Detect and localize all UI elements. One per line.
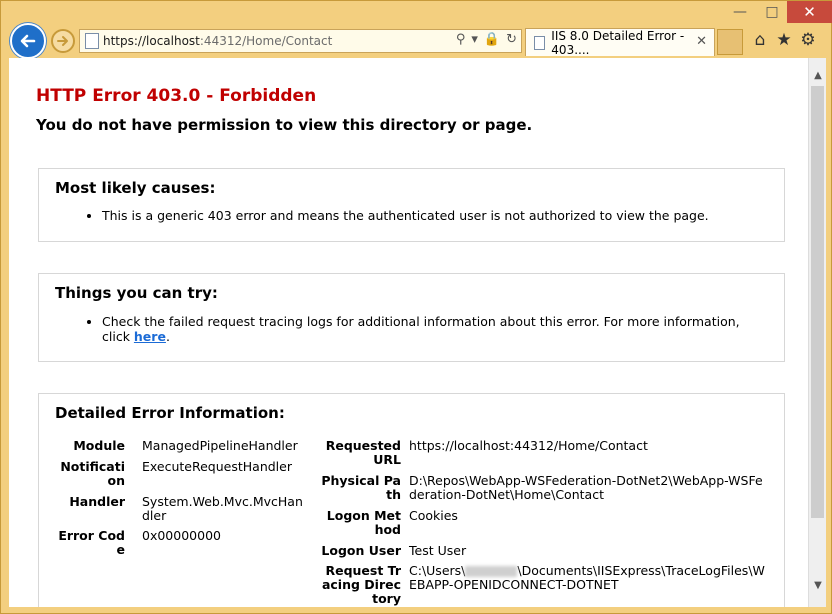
notification-value: ExecuteRequestHandler — [142, 459, 292, 474]
forward-button[interactable] — [51, 29, 75, 53]
error-code-value: 0x00000000 — [142, 528, 221, 543]
requested-url-value: https://localhost:44312/Home/Contact — [409, 438, 648, 453]
gear-icon[interactable]: ⚙ — [797, 29, 819, 51]
try-tail: . — [165, 329, 170, 344]
search-icon[interactable]: ⚲ — [456, 32, 466, 47]
handler-label: Handler — [69, 494, 125, 509]
try-list: Check the failed request tracing logs fo… — [39, 314, 769, 344]
tab-page-icon — [534, 35, 546, 50]
back-button[interactable] — [10, 23, 46, 59]
try-item: Check the failed request tracing logs fo… — [102, 314, 769, 344]
page-icon — [85, 33, 99, 49]
logon-user-value: Test User — [409, 543, 467, 558]
dropdown-icon[interactable]: ▾ — [471, 32, 478, 47]
logon-method-value: Cookies — [409, 508, 458, 523]
tracing-directory-value: C:\Users\ \Documents\IISExpress\TraceLogF… — [409, 564, 769, 592]
scroll-up-icon[interactable]: ▲ — [809, 66, 827, 84]
requested-url-label: Requested URL — [325, 438, 401, 467]
module-label: Module — [73, 438, 125, 453]
physical-path-label: Physical Path — [321, 473, 401, 502]
redacted-username — [465, 566, 518, 577]
scroll-thumb[interactable] — [811, 86, 824, 518]
more-info-link[interactable]: here — [134, 329, 166, 344]
handler-value: System.Web.Mvc.MvcHandler — [142, 494, 303, 523]
details-section: Detailed Error Information: Module Manag… — [38, 393, 785, 607]
maximize-button[interactable]: □ — [757, 1, 787, 23]
url-path: :44312/Home/Contact — [199, 34, 333, 48]
try-section: Things you can try: Check the failed req… — [38, 273, 785, 362]
scroll-down-icon[interactable]: ▼ — [809, 576, 827, 594]
details-heading: Detailed Error Information: — [55, 404, 285, 422]
error-code-label: Error Code — [58, 528, 125, 557]
tracing-directory-label: Request Tracing Directory — [321, 563, 401, 606]
logon-user-label: Logon User — [321, 543, 401, 558]
minimize-button[interactable]: — — [723, 1, 757, 23]
logon-method-label: Logon Method — [326, 508, 401, 537]
forward-arrow-icon — [57, 36, 68, 46]
notification-label: Notification — [60, 459, 125, 488]
browser-window: — □ ✕ https://localhost:44312/Home/Conta… — [0, 0, 832, 614]
close-window-button[interactable]: ✕ — [787, 1, 832, 23]
address-bar[interactable]: https://localhost:44312/Home/Contact ⚲ ▾… — [79, 29, 522, 53]
tab-close-icon[interactable]: ✕ — [696, 34, 707, 49]
causes-section: Most likely causes: This is a generic 40… — [38, 168, 785, 242]
try-text: Check the failed request tracing logs fo… — [102, 314, 740, 344]
vertical-scrollbar[interactable]: ▲ ▼ — [808, 58, 826, 607]
tab-active[interactable]: IIS 8.0 Detailed Error - 403.... ✕ — [525, 28, 715, 57]
page-content: HTTP Error 403.0 - Forbidden You do not … — [9, 58, 808, 607]
back-arrow-icon — [20, 34, 36, 48]
tab-title: IIS 8.0 Detailed Error - 403.... — [551, 28, 685, 57]
home-icon[interactable]: ⌂ — [749, 29, 771, 51]
error-title: HTTP Error 403.0 - Forbidden — [36, 86, 317, 106]
causes-list: This is a generic 403 error and means th… — [39, 208, 709, 223]
star-icon[interactable]: ★ — [773, 29, 795, 51]
url-host: https://localhost — [103, 34, 200, 48]
tracing-prefix: C:\Users\ — [409, 563, 466, 578]
new-tab-button[interactable] — [717, 29, 743, 55]
cause-item: This is a generic 403 error and means th… — [102, 208, 709, 223]
error-subtitle: You do not have permission to view this … — [36, 116, 533, 134]
causes-heading: Most likely causes: — [55, 179, 216, 197]
module-value: ManagedPipelineHandler — [142, 438, 298, 453]
physical-path-value: D:\Repos\WebApp-WSFederation-DotNet2\Web… — [409, 473, 763, 502]
refresh-icon[interactable]: ↻ — [506, 32, 517, 47]
lock-icon[interactable]: 🔒 — [484, 32, 500, 47]
try-heading: Things you can try: — [55, 284, 218, 302]
